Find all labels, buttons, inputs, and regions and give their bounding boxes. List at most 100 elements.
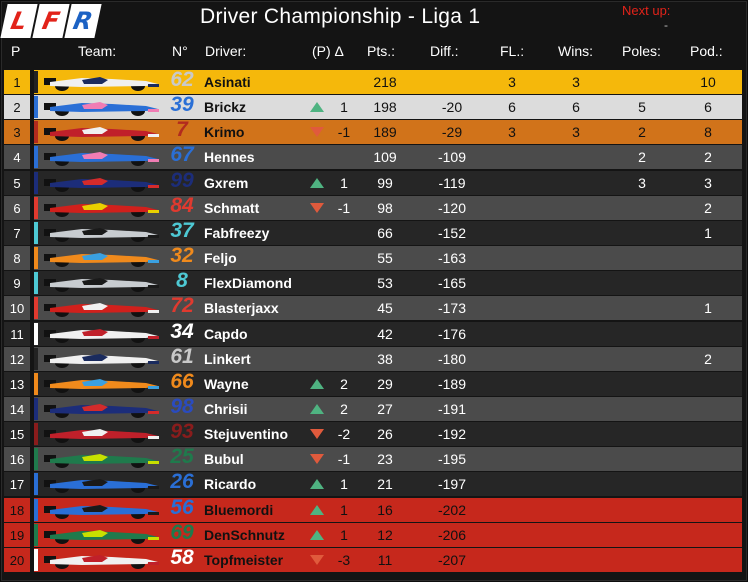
position: 15 — [9, 426, 25, 442]
points-diff: -152 — [437, 225, 467, 241]
trend-up-icon — [310, 530, 324, 540]
driver-name: Fabfreezy — [204, 225, 270, 241]
driver-name: Schmatt — [204, 200, 260, 216]
team-car-icon — [44, 178, 159, 192]
trend-up-icon — [310, 404, 324, 414]
table-row: 14 98 Chrisii 2 27 -191 — [4, 395, 742, 421]
position: 4 — [13, 149, 21, 165]
team-color-strip — [34, 348, 38, 370]
points-diff: -119 — [438, 175, 466, 191]
table-row: 1 62 Asinati 218 3 3 10 — [4, 68, 742, 94]
table-row: 19 69 DenSchnutz 1 12 -206 — [4, 521, 742, 547]
header-fastest-laps: FL.: — [500, 43, 525, 59]
team-color-strip — [34, 423, 38, 445]
team-color-strip — [34, 323, 38, 345]
podiums: 2 — [704, 200, 712, 216]
points: 11 — [377, 552, 393, 568]
points: 42 — [377, 326, 393, 342]
team-car-icon — [44, 479, 159, 493]
trend-up-icon — [310, 102, 324, 112]
team-color-strip — [34, 197, 38, 219]
next-up-label: Next up: — [622, 3, 671, 18]
team-color-strip — [34, 121, 38, 143]
driver-name: Topfmeister — [204, 552, 284, 568]
car-number: 93 — [170, 420, 194, 443]
trend-down-icon — [310, 429, 324, 439]
points: 45 — [377, 300, 393, 316]
trend-up-icon — [310, 379, 324, 389]
table-row: 13 66 Wayne 2 29 -189 — [4, 370, 742, 396]
driver-name: Wayne — [204, 376, 249, 392]
car-number: 98 — [170, 395, 194, 418]
points: 16 — [377, 502, 393, 518]
car-number: 58 — [170, 546, 194, 569]
driver-name: Brickz — [204, 99, 247, 115]
page-title: Driver Championship - Liga 1 — [200, 5, 481, 28]
points: 99 — [377, 175, 393, 191]
points: 29 — [377, 376, 393, 392]
table-row: 16 25 Bubul -1 23 -195 — [4, 445, 742, 471]
team-car-icon — [44, 303, 159, 317]
position-change: -1 — [337, 124, 351, 140]
podiums: 1 — [704, 300, 712, 316]
header-wins: Wins: — [558, 43, 593, 59]
fastest-laps: 6 — [508, 99, 516, 115]
table-row: 17 26 Ricardo 1 21 -197 — [4, 470, 742, 496]
points: 189 — [373, 124, 397, 140]
car-number: 25 — [170, 445, 194, 468]
driver-name: Chrisii — [204, 401, 248, 417]
points: 12 — [377, 527, 393, 543]
points-diff: -191 — [437, 401, 467, 417]
poles: 3 — [638, 175, 646, 191]
position: 1 — [13, 74, 21, 90]
position-change: 1 — [340, 175, 348, 191]
car-number: 84 — [170, 194, 194, 217]
table-header: P Team: N° Driver: (P) Δ Pts.: Diff.: FL… — [0, 43, 748, 63]
header-pos: P — [11, 43, 21, 59]
points-diff: -165 — [437, 275, 467, 291]
position: 7 — [13, 225, 21, 241]
logo-letter-l: L — [0, 4, 38, 38]
team-color-strip — [34, 398, 38, 420]
podiums: 8 — [704, 124, 712, 140]
position-change: -3 — [337, 552, 351, 568]
points-diff: -195 — [437, 451, 467, 467]
points-diff: -20 — [441, 99, 463, 115]
driver-name: Hennes — [204, 149, 255, 165]
team-car-icon — [44, 505, 159, 519]
team-color-strip — [34, 71, 38, 93]
poles: 2 — [638, 124, 646, 140]
car-number: 8 — [176, 269, 188, 292]
position-change: -2 — [337, 426, 351, 442]
position: 8 — [13, 250, 21, 266]
position-change: 2 — [340, 401, 348, 417]
team-car-icon — [44, 354, 159, 368]
table-row: 7 37 Fabfreezy 66 -152 1 — [4, 219, 742, 245]
team-color-strip — [34, 172, 38, 194]
points-diff: -163 — [437, 250, 467, 266]
points: 38 — [377, 351, 393, 367]
table-row: 6 84 Schmatt -1 98 -120 2 — [4, 194, 742, 220]
trend-up-icon — [310, 505, 324, 515]
team-color-strip — [34, 272, 38, 294]
driver-name: DenSchnutz — [204, 527, 285, 543]
table-row: 2 39 Brickz 1 198 -20 6 6 5 6 — [4, 93, 742, 119]
team-car-icon — [44, 454, 159, 468]
league-logo: L F R — [0, 4, 102, 38]
position: 10 — [9, 300, 25, 316]
header-points: Pts.: — [367, 43, 396, 59]
car-number: 37 — [170, 219, 194, 242]
podiums: 3 — [704, 175, 712, 191]
position-change: 1 — [340, 527, 348, 543]
trend-down-icon — [310, 127, 324, 137]
driver-name: Bluemordi — [204, 502, 274, 518]
team-color-strip — [34, 473, 38, 495]
car-number: 32 — [170, 244, 194, 267]
driver-name: Capdo — [204, 326, 248, 342]
team-car-icon — [44, 555, 159, 569]
driver-name: Stejuventino — [204, 426, 289, 442]
driver-name: Asinati — [204, 74, 251, 90]
team-car-icon — [44, 228, 159, 242]
points: 198 — [373, 99, 397, 115]
car-number: 66 — [170, 370, 194, 393]
